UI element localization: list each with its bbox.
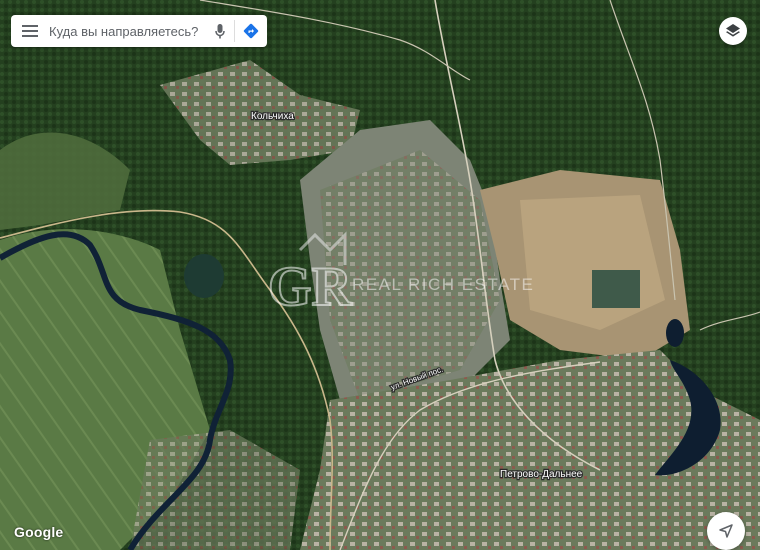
layers-icon bbox=[726, 24, 740, 37]
label-town-petrovo-dalnee[interactable]: Петрово-Дальнее bbox=[499, 468, 584, 481]
search-bar bbox=[11, 15, 267, 47]
small-lake bbox=[666, 319, 684, 347]
watermark-text: REAL RICH ESTATE bbox=[352, 275, 534, 294]
satellite-map[interactable]: GR REAL RICH ESTATE Кольчиха Петрово-Дал… bbox=[0, 0, 760, 550]
my-location-icon bbox=[719, 524, 733, 538]
label-village-kolchikha[interactable]: Кольчиха bbox=[250, 110, 296, 123]
menu-button[interactable] bbox=[11, 15, 49, 47]
layers-button[interactable] bbox=[719, 17, 747, 45]
search-input[interactable] bbox=[49, 23, 206, 39]
svg-text:GR: GR bbox=[268, 256, 353, 318]
hamburger-menu-icon bbox=[22, 25, 38, 37]
construction-site bbox=[520, 195, 665, 330]
google-logo: Google bbox=[14, 524, 64, 540]
my-location-button[interactable] bbox=[707, 512, 745, 550]
voice-search-button[interactable] bbox=[206, 15, 234, 47]
directions-icon bbox=[243, 23, 259, 39]
pond bbox=[184, 254, 224, 298]
microphone-icon bbox=[215, 23, 225, 38]
directions-button[interactable] bbox=[235, 15, 267, 47]
solar-field bbox=[592, 270, 640, 308]
